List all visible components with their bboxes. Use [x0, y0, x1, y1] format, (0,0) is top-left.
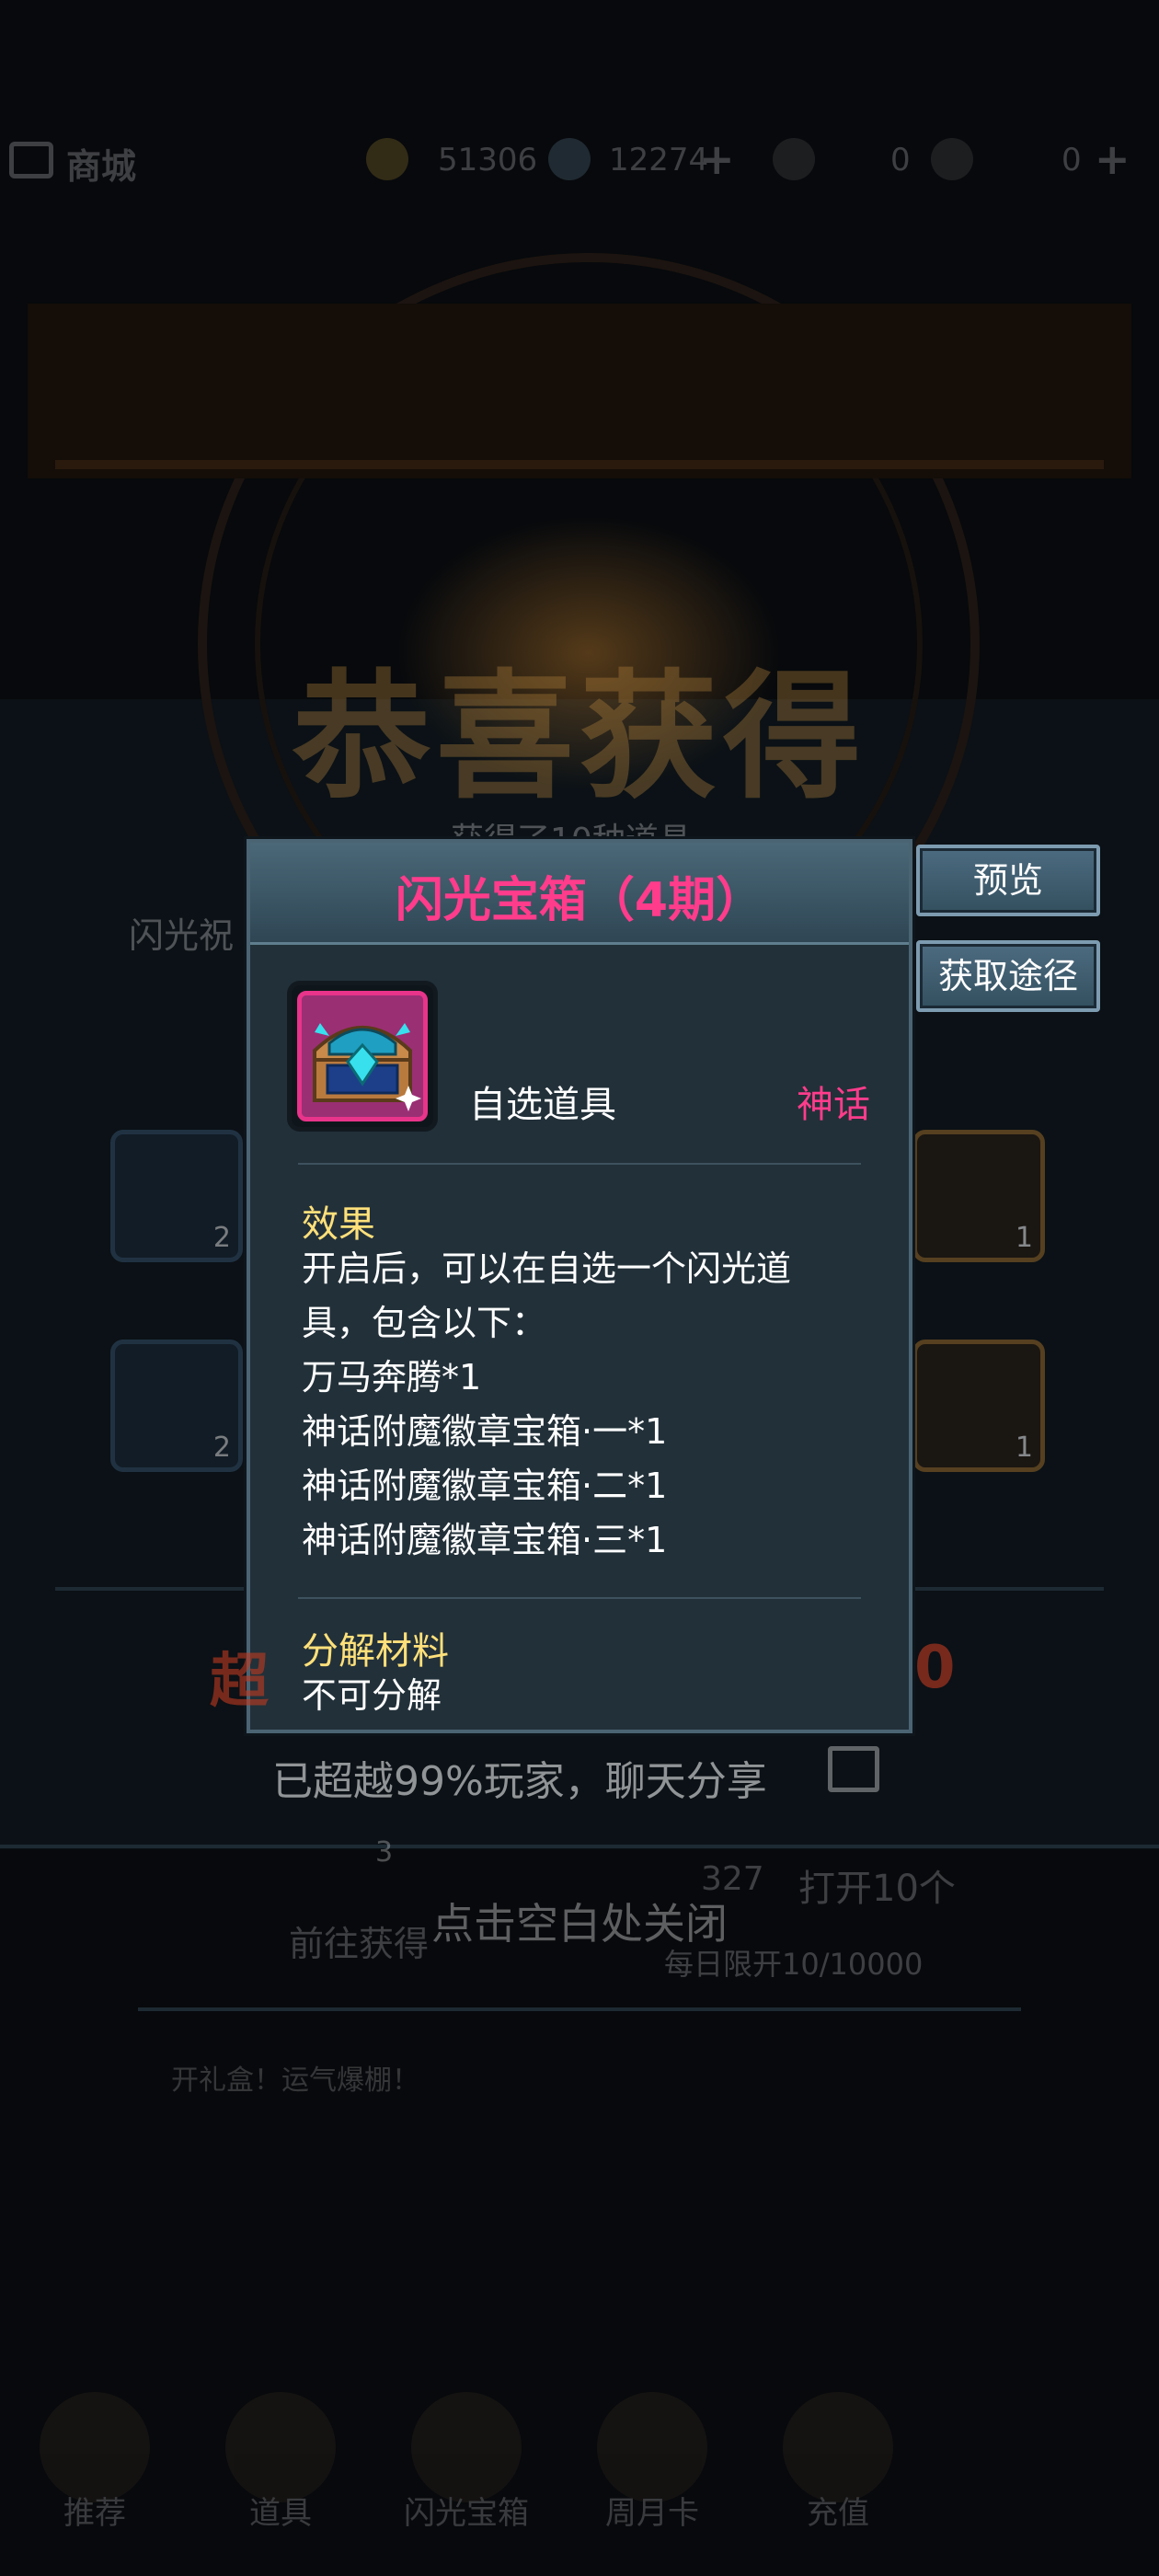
ticket-a-amount: 0 — [890, 142, 911, 178]
nav-label: 周月卡 — [605, 2495, 699, 2532]
congrats-title: 恭喜获得 — [292, 656, 866, 818]
top-bar: 商城 51306 12274 + 0 0 + — [0, 129, 1159, 195]
flash-chest-icon — [411, 2392, 522, 2502]
add-ticket-button[interactable]: + — [1095, 134, 1130, 184]
item-count: 2 — [212, 1432, 231, 1464]
nav-weekly-monthly-card[interactable]: 周月卡 — [583, 2392, 721, 2532]
progress-label: 闪光祝 — [129, 915, 235, 956]
share-icon[interactable] — [828, 1746, 879, 1792]
recharge-icon — [783, 2392, 893, 2502]
item-count: 1 — [1015, 1222, 1033, 1254]
nav-label: 道具 — [249, 2495, 312, 2532]
add-gem-button[interactable]: + — [699, 134, 735, 184]
rank-text: 超 — [210, 1648, 269, 1716]
gold-coin-icon — [366, 138, 408, 180]
effect-title: 效果 — [302, 1203, 375, 1246]
reward-item-card: 2 — [110, 1130, 243, 1262]
item-count: 2 — [212, 1222, 231, 1254]
ticket-a-icon — [773, 138, 815, 180]
item-count: 1 — [1015, 1432, 1033, 1464]
effect-line: 神话附魔徽章宝箱·二*1 — [302, 1466, 668, 1506]
ticket-b-amount: 0 — [1061, 142, 1082, 178]
divider — [298, 1597, 861, 1599]
ticket-b-icon — [931, 138, 973, 180]
gold-amount: 51306 — [438, 142, 538, 178]
shop-icon — [9, 142, 53, 178]
divider — [298, 1163, 861, 1165]
effect-line: 万马奔腾*1 — [302, 1357, 482, 1397]
close-hint[interactable]: 点击空白处关闭 — [0, 1891, 1159, 1951]
nav-label: 闪光宝箱 — [404, 2495, 529, 2532]
item-icon-frame — [287, 981, 438, 1132]
gem-amount: 12274 — [609, 142, 709, 178]
gem-icon — [548, 138, 591, 180]
reward-item-card: 1 — [912, 1130, 1045, 1262]
popup-header: 闪光宝箱（4期） — [250, 843, 909, 945]
nav-recharge[interactable]: 充值 — [769, 2392, 907, 2532]
nav-items[interactable]: 道具 — [212, 2392, 350, 2532]
effect-line: 神话附魔徽章宝箱·一*1 — [302, 1411, 668, 1452]
quantity-value: 3 — [375, 1836, 394, 1869]
nav-recommend[interactable]: 推荐 — [26, 2392, 164, 2532]
share-text: 已超越99%玩家，聊天分享 — [272, 1758, 767, 1805]
card-icon — [597, 2392, 707, 2502]
shop-title: 商城 — [66, 146, 137, 187]
effect-description: 开启后，可以在自选一个闪光道 具，包含以下： 万马奔腾*1 神话附魔徽章宝箱·一… — [302, 1242, 872, 1568]
item-type-label: 自选道具 — [469, 1084, 616, 1126]
nav-label: 推荐 — [63, 2495, 126, 2532]
rank-number: 0 — [914, 1634, 956, 1702]
nav-label: 充值 — [807, 2495, 869, 2532]
effect-line: 神话附魔徽章宝箱·三*1 — [302, 1520, 668, 1560]
recommend-icon — [40, 2392, 150, 2502]
treasure-chest-icon — [297, 991, 428, 1121]
effect-line: 具，包含以下： — [302, 1303, 547, 1343]
nav-flash-chest[interactable]: 闪光宝箱 — [397, 2392, 535, 2532]
effect-line: 开启后，可以在自选一个闪光道 — [302, 1248, 792, 1289]
decompose-value: 不可分解 — [302, 1675, 442, 1716]
reward-item-card: 2 — [110, 1340, 243, 1472]
decompose-title: 分解材料 — [302, 1630, 449, 1673]
reward-item-card: 1 — [912, 1340, 1045, 1472]
item-detail-popup: 闪光宝箱（4期） 自选道具 神话 效果 开启后，可以在自选一个闪光道 具，包含以… — [247, 839, 912, 1733]
tip-text: 开礼盒！运气爆棚！ — [171, 2064, 419, 2097]
obtain-source-button[interactable]: 获取途径 — [916, 940, 1100, 1012]
items-icon — [225, 2392, 336, 2502]
rarity-badge: 神话 — [797, 1084, 870, 1126]
popup-title: 闪光宝箱（4期） — [395, 873, 764, 928]
preview-button[interactable]: 预览 — [916, 845, 1100, 916]
